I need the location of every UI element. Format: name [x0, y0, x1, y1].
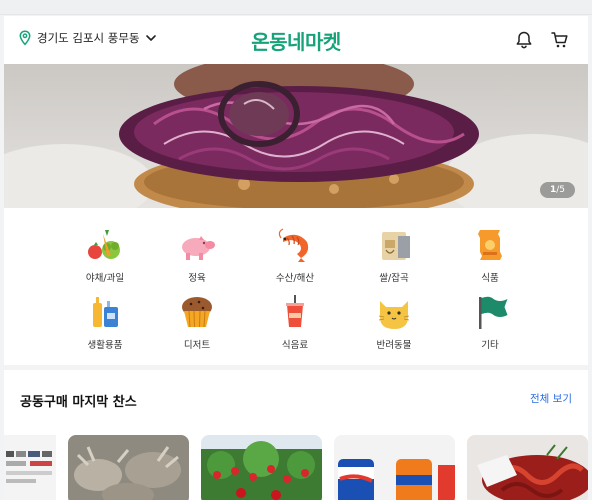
category-label: 기타: [481, 340, 499, 351]
product-thumbnail: [467, 435, 588, 500]
category-etc[interactable]: 기타: [450, 293, 530, 351]
category-label: 수산/해산: [275, 273, 315, 284]
category-seafood[interactable]: 수산/해산: [255, 226, 335, 284]
category-grid: 야채/과일 정육 수산/해산 쌀/잡곡 식품 생활용품 디저트 식음료 반려동물…: [4, 208, 588, 365]
product-card[interactable]: [201, 435, 322, 500]
browser-top-strip: [0, 0, 592, 15]
category-vegetables[interactable]: 야채/과일: [65, 226, 145, 284]
category-rice[interactable]: 쌀/잡곡: [354, 226, 434, 284]
banner-pager: 1/5: [539, 182, 575, 198]
cat-icon: [378, 301, 410, 329]
pig-icon: [182, 236, 215, 260]
product-card[interactable]: [467, 435, 588, 500]
category-dessert[interactable]: 디저트: [157, 293, 237, 351]
app-logo[interactable]: 온동네마켓: [4, 26, 588, 55]
category-food[interactable]: 식품: [450, 226, 530, 284]
category-label: 디저트: [183, 340, 211, 351]
bell-icon[interactable]: [514, 30, 534, 50]
category-label: 정육: [188, 273, 206, 284]
household-icon: [93, 297, 118, 327]
muffin-icon: [182, 297, 212, 328]
category-label: 생활용품: [87, 340, 123, 351]
app-header: 경기도 김포시 풍무동 온동네마켓: [4, 16, 588, 64]
banner-food-image: [4, 64, 588, 208]
product-card[interactable]: [68, 435, 189, 500]
flag-icon: [479, 296, 508, 329]
rice-sack-icon: [382, 232, 410, 260]
category-household[interactable]: 생활용품: [65, 293, 145, 351]
pager-total: /5: [556, 185, 565, 195]
section-title: 공동구매 마지막 찬스: [20, 395, 137, 410]
product-card[interactable]: [334, 435, 455, 500]
group-buy-section: 공동구매 마지막 찬스 전체 보기: [4, 370, 588, 500]
product-card[interactable]: [4, 435, 56, 500]
view-all-link[interactable]: 전체 보기: [530, 391, 572, 406]
product-thumbnail: [4, 435, 56, 500]
category-label: 야채/과일: [85, 273, 125, 284]
cart-icon[interactable]: [550, 30, 570, 50]
shrimp-icon: [278, 228, 309, 262]
category-label: 반려동물: [376, 340, 412, 351]
vegetables-icon: [88, 230, 120, 259]
category-label: 식음료: [281, 340, 309, 351]
category-label: 쌀/잡곡: [379, 273, 409, 284]
drink-cup-icon: [286, 295, 304, 327]
category-beverage[interactable]: 식음료: [255, 293, 335, 351]
category-pets[interactable]: 반려동물: [354, 293, 434, 351]
category-label: 식품: [481, 273, 499, 284]
product-thumbnail: [68, 435, 189, 500]
product-thumbnail: [201, 435, 322, 500]
snack-bag-icon: [478, 230, 502, 260]
category-meat[interactable]: 정육: [157, 226, 237, 284]
product-thumbnail: [334, 435, 455, 500]
promo-banner[interactable]: 1/5: [4, 64, 588, 208]
